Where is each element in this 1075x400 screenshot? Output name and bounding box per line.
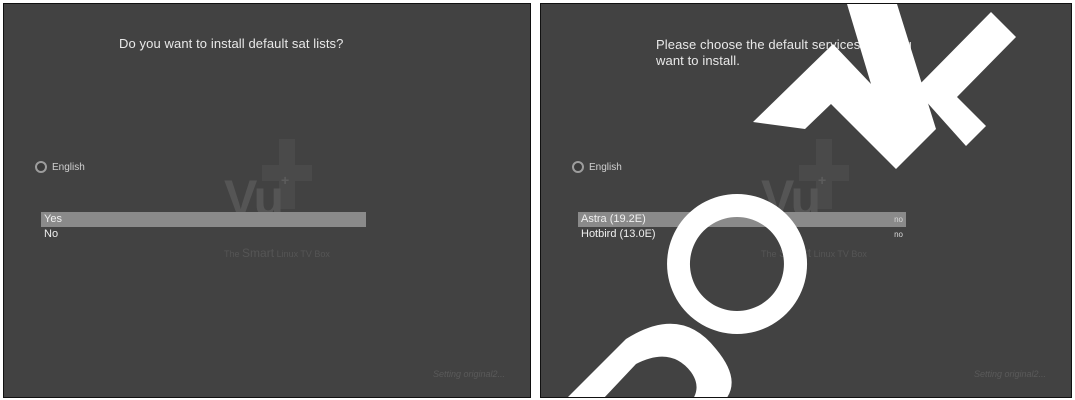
option-no[interactable]: No — [41, 227, 366, 242]
dialog-title: Please choose the default services lists… — [656, 37, 912, 68]
option-yes[interactable]: Yes — [41, 212, 366, 227]
service-value: no — [894, 230, 903, 239]
service-label: Astra (19.2E) — [581, 213, 646, 225]
option-label: No — [44, 228, 59, 240]
radio-ring-icon — [572, 161, 584, 173]
status-hint: Setting original2... — [973, 369, 1046, 379]
service-item-hotbird[interactable]: Hotbird (13.0E) no — [578, 227, 906, 242]
service-value: no — [894, 215, 903, 224]
language-label: English — [589, 161, 622, 173]
watermark-plus: + — [281, 172, 290, 188]
language-indicator: English — [572, 161, 622, 173]
service-label: Hotbird (13.0E) — [581, 228, 656, 240]
watermark-tagline: The Smart Linux TV Box — [761, 246, 867, 260]
stamp-letter-l — [915, 12, 1016, 146]
cross-watermark-icon — [799, 139, 849, 209]
watermark-tagline: The Smart Linux TV Box — [224, 246, 330, 260]
dialog-title: Do you want to install default sat lists… — [119, 36, 344, 51]
right-screen: Vu + The Smart Linux TV Box Please choos… — [540, 3, 1072, 398]
left-screen: Vu + The Smart Linux TV Box Do you want … — [3, 3, 531, 398]
cross-watermark-icon — [262, 139, 312, 209]
radio-ring-icon — [35, 161, 47, 173]
services-list: Astra (19.2E) no Hotbird (13.0E) no — [578, 212, 906, 242]
status-hint: Setting original2... — [432, 369, 505, 379]
option-label: Yes — [44, 213, 62, 225]
stamp-letter-n — [753, 4, 936, 169]
stamp-letter-d — [568, 323, 732, 397]
vu-watermark: Vu + The Smart Linux TV Box — [204, 134, 364, 264]
language-indicator: English — [35, 161, 85, 173]
language-label: English — [52, 161, 85, 173]
option-list: Yes No — [41, 212, 366, 242]
service-item-astra[interactable]: Astra (19.2E) no — [578, 212, 906, 227]
watermark-plus: + — [818, 172, 827, 188]
vu-watermark: Vu + The Smart Linux TV Box — [741, 134, 901, 264]
